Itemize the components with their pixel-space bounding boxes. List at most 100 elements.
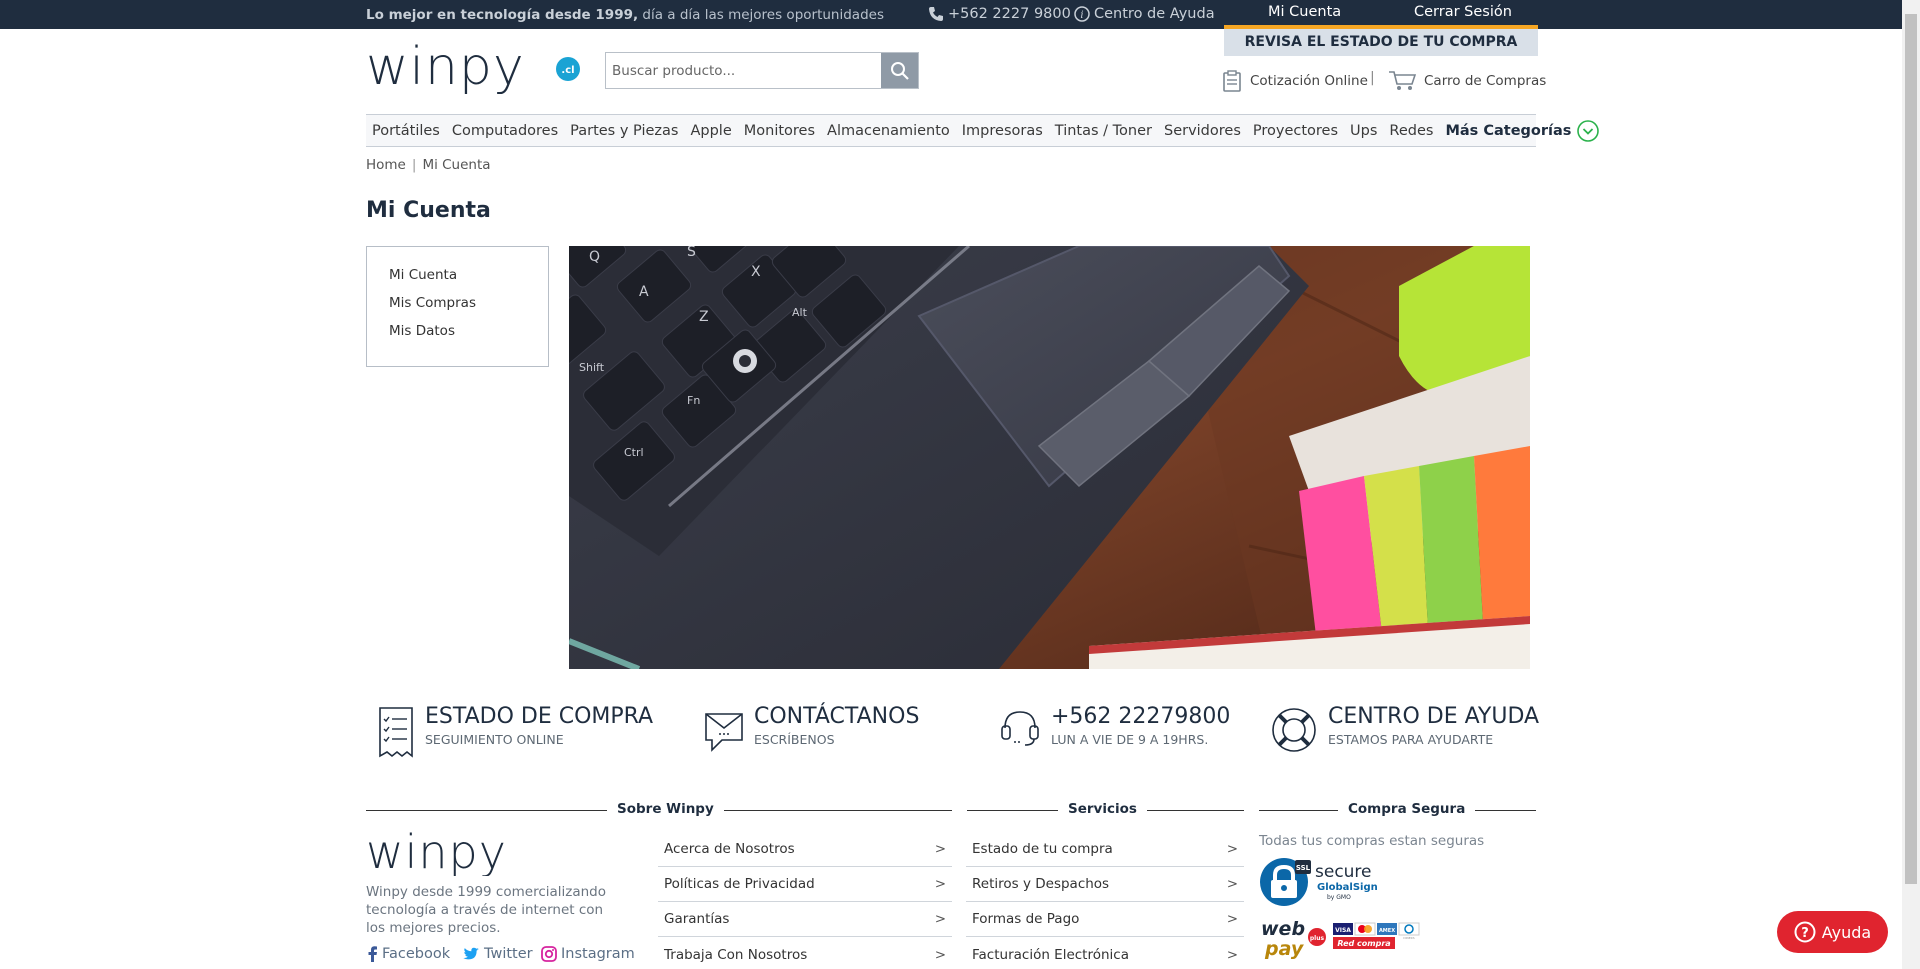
scrollbar-thumb[interactable]: [1905, 14, 1917, 884]
nav-item-partes-y-piezas[interactable]: Partes y Piezas: [564, 123, 684, 139]
footer-link-label: Facturación Electrónica: [972, 946, 1129, 963]
twitter-label: Twitter: [484, 946, 533, 962]
nav-item-computadores[interactable]: Computadores: [446, 123, 564, 139]
svg-text:by GMO: by GMO: [1327, 894, 1351, 901]
svg-text:Red compra: Red compra: [1337, 939, 1390, 948]
footer-link-jobs[interactable]: Trabaja Con Nosotros >: [658, 937, 952, 969]
feature-subtitle: ESTAMOS PARA AYUDARTE: [1328, 732, 1494, 747]
footer-link-about-us[interactable]: Acerca de Nosotros >: [658, 832, 952, 867]
feature-subtitle: SEGUIMIENTO ONLINE: [425, 732, 564, 747]
feature-text: +562 22279800 LUN A VIE DE 9 A 19HRS.: [1051, 706, 1230, 748]
footer-link-warranty[interactable]: Garantías >: [658, 902, 952, 937]
nav-item-redes[interactable]: Redes: [1383, 123, 1439, 139]
nav-more-categories[interactable]: Más Categorías: [1439, 119, 1605, 142]
footer-link-shipping[interactable]: Retiros y Despachos >: [966, 867, 1244, 902]
instagram-label: Instagram: [561, 946, 635, 962]
nav-item-almacenamiento[interactable]: Almacenamiento: [821, 123, 956, 139]
feature-help-center[interactable]: CENTRO DE AYUDA ESTAMOS PARA AYUDARTE: [1270, 706, 1539, 754]
breadcrumb-current[interactable]: Mi Cuenta: [422, 157, 490, 173]
nav-item-ups[interactable]: Ups: [1344, 123, 1383, 139]
arrow-icon: >: [1226, 876, 1238, 892]
nav-item-impresoras[interactable]: Impresoras: [956, 123, 1049, 139]
footer-link-label: Garantías: [664, 911, 730, 927]
feature-subtitle: ESCRÍBENOS: [754, 732, 835, 747]
social-instagram[interactable]: Instagram: [541, 946, 635, 962]
cart-link[interactable]: Carro de Compras: [1388, 70, 1546, 92]
breadcrumb-home[interactable]: Home: [366, 157, 406, 173]
feature-order-status[interactable]: ESTADO DE COMPRA SEGUIMIENTO ONLINE: [377, 706, 653, 760]
question-icon: ?: [1794, 921, 1816, 943]
arrow-icon: >: [1226, 841, 1238, 857]
nav-item-servidores[interactable]: Servidores: [1158, 123, 1247, 139]
logout-link[interactable]: Cerrar Sesión: [1414, 4, 1512, 20]
footer-logo[interactable]: winpy: [366, 825, 566, 880]
feature-contact[interactable]: CONTÁCTANOS ESCRÍBENOS: [704, 706, 919, 752]
nav-item-apple[interactable]: Apple: [684, 123, 737, 139]
social-twitter[interactable]: Twitter: [462, 946, 533, 962]
help-label: Centro de Ayuda: [1094, 6, 1215, 22]
svg-text:Alt: Alt: [792, 306, 808, 319]
help-chat-button[interactable]: ? Ayuda: [1777, 911, 1888, 953]
footer-link-invoicing[interactable]: Facturación Electrónica >: [966, 937, 1244, 969]
facebook-label: Facebook: [382, 946, 451, 962]
nav-item-portatiles[interactable]: Portátiles: [366, 123, 446, 139]
svg-text:Fn: Fn: [687, 394, 700, 407]
arrow-icon: >: [934, 841, 946, 857]
arrow-icon: >: [1226, 946, 1238, 963]
envelope-icon: [705, 713, 743, 752]
nav-item-proyectores[interactable]: Proyectores: [1247, 123, 1344, 139]
nav-item-monitores[interactable]: Monitores: [738, 123, 821, 139]
sidebar-item-mi-cuenta[interactable]: Mi Cuenta: [389, 267, 526, 283]
search-button[interactable]: [881, 53, 918, 88]
top-phone-link[interactable]: +562 2227 9800: [928, 6, 1071, 22]
footer-heading-about: Sobre Winpy: [366, 800, 952, 820]
svg-text:VISA: VISA: [1335, 927, 1351, 934]
phone-icon: [929, 7, 943, 21]
footer-link-order-status[interactable]: Estado de tu compra >: [966, 832, 1244, 867]
receipt-icon: [379, 707, 413, 758]
twitter-icon: [463, 947, 479, 959]
order-status-button[interactable]: REVISA EL ESTADO DE TU COMPRA: [1224, 29, 1538, 56]
online-quote-link[interactable]: Cotización Online: [1222, 70, 1368, 92]
search-icon: [890, 61, 909, 80]
page-scrollbar[interactable]: [1902, 0, 1920, 969]
more-categories-label: Más Categorías: [1445, 122, 1572, 139]
feature-phone[interactable]: +562 22279800 LUN A VIE DE 9 A 19HRS.: [999, 706, 1230, 748]
breadcrumb-separator: |: [411, 157, 417, 173]
footer-link-label: Estado de tu compra: [972, 841, 1113, 857]
arrow-icon: >: [934, 876, 946, 892]
footer-link-payment[interactable]: Formas de Pago >: [966, 902, 1244, 937]
feature-text: CENTRO DE AYUDA ESTAMOS PARA AYUDARTE: [1328, 704, 1540, 748]
footer-link-label: Políticas de Privacidad: [664, 876, 815, 892]
clipboard-icon: [1223, 70, 1241, 92]
promo-rest: día a día las mejores oportunidades: [638, 7, 884, 23]
ssl-secure-badge: SSL secure GlobalSign by GMO: [1259, 857, 1389, 911]
svg-text:GlobalSign: GlobalSign: [1317, 882, 1378, 893]
svg-text:X: X: [751, 264, 761, 280]
quote-label: Cotización Online: [1250, 73, 1368, 89]
top-help-link[interactable]: i Centro de Ayuda: [1074, 6, 1215, 22]
feature-title: ESTADO DE COMPRA: [425, 704, 654, 729]
facebook-icon: [368, 946, 377, 962]
footer-link-privacy[interactable]: Políticas de Privacidad >: [658, 867, 952, 902]
my-account-link[interactable]: Mi Cuenta: [1268, 4, 1341, 20]
svg-text:Shift: Shift: [579, 361, 605, 374]
footer-about-title: Sobre Winpy: [607, 801, 724, 817]
cart-label: Carro de Compras: [1424, 73, 1547, 89]
footer-link-label: Formas de Pago: [972, 911, 1080, 927]
instagram-icon: [541, 946, 557, 962]
search-input[interactable]: [606, 53, 881, 88]
promo-text: Lo mejor en tecnología desde 1999, día a…: [366, 7, 884, 23]
svg-text:?: ?: [1801, 926, 1809, 941]
nav-item-tintas-toner[interactable]: Tintas / Toner: [1049, 123, 1158, 139]
svg-text:Ctrl: Ctrl: [624, 446, 644, 459]
footer-link-label: Trabaja Con Nosotros: [664, 946, 808, 963]
feature-title: CENTRO DE AYUDA: [1328, 704, 1540, 729]
svg-text:winpy: winpy: [366, 832, 507, 876]
social-facebook[interactable]: Facebook: [366, 946, 450, 962]
sidebar-item-mis-compras[interactable]: Mis Compras: [389, 295, 526, 311]
page-title: Mi Cuenta: [366, 198, 491, 223]
winpy-logo[interactable]: winpy .cl: [366, 37, 586, 98]
sidebar-item-mis-datos[interactable]: Mis Datos: [389, 323, 526, 339]
hero-banner-image: Q S A Z X Alt Shift Fn Ctrl: [569, 246, 1530, 669]
